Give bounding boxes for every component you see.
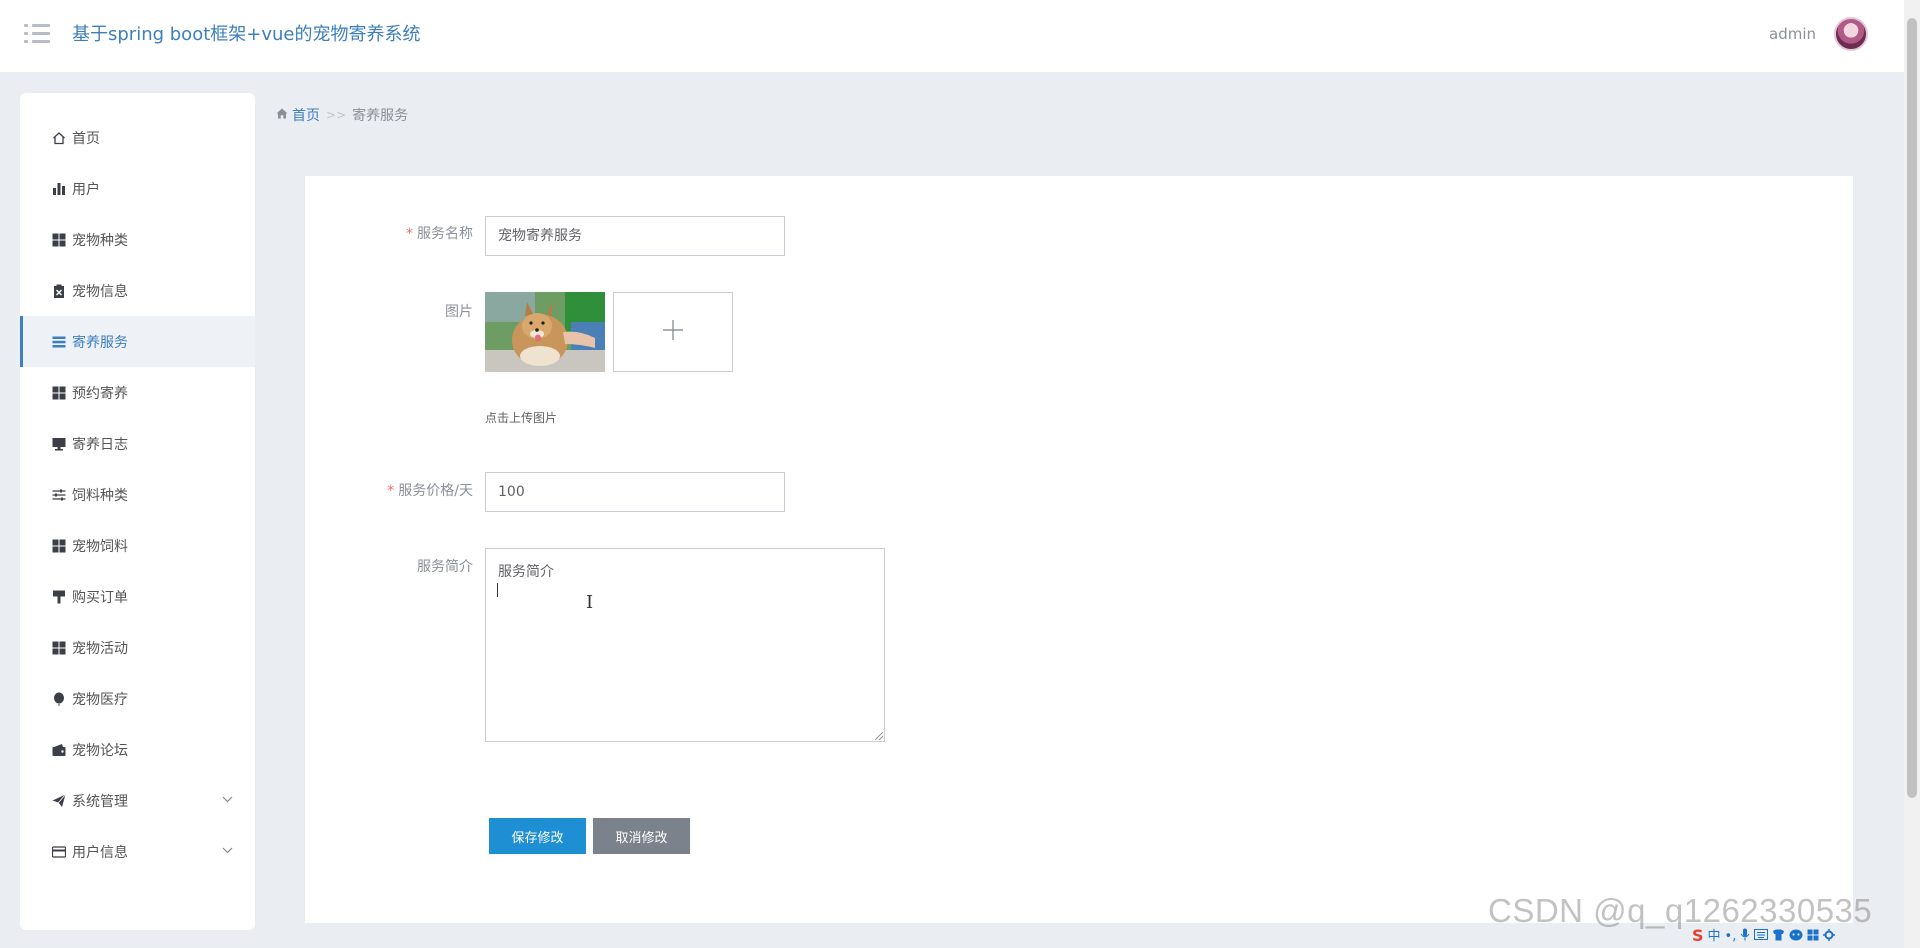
sidebar-item-label: 寄养日志 <box>72 436 128 453</box>
breadcrumb-home-link[interactable]: 首页 <box>292 105 320 125</box>
monitor-icon <box>52 437 66 451</box>
sidebar-item-pet-feed[interactable]: 宠物饲料 <box>20 520 255 571</box>
grid-icon <box>52 539 66 553</box>
balloon-icon <box>52 692 66 706</box>
sidebar-item-activities[interactable]: 宠物活动 <box>20 622 255 673</box>
upload-hint: 点击上传图片 <box>485 411 558 425</box>
sidebar-item-home[interactable]: 首页 <box>20 112 255 163</box>
i-beam-cursor-icon: I <box>586 592 594 613</box>
service-name-label: * 服务名称 <box>406 226 473 242</box>
ime-logo-icon[interactable]: S <box>1692 928 1704 944</box>
sidebar-item-boarding-log[interactable]: 寄养日志 <box>20 418 255 469</box>
sidebar-item-label: 首页 <box>72 130 100 147</box>
image-label: 图片 <box>445 304 473 320</box>
home-icon <box>52 131 66 145</box>
sidebar-item-forum[interactable]: 宠物论坛 <box>20 724 255 775</box>
sidebar-item-booking[interactable]: 预约寄养 <box>20 367 255 418</box>
sidebar-item-label: 购买订单 <box>72 589 128 606</box>
price-input[interactable]: 100 <box>485 472 785 512</box>
sliders-icon <box>52 488 66 502</box>
user-name[interactable]: admin <box>1769 24 1816 44</box>
breadcrumb-current: 寄养服务 <box>352 108 409 124</box>
sidebar-item-label: 预约寄养 <box>72 385 128 402</box>
chevron-down-icon[interactable] <box>222 844 233 857</box>
card-icon <box>52 845 66 859</box>
page-scrollbar[interactable] <box>1904 0 1920 948</box>
upload-image-button[interactable] <box>613 292 733 372</box>
sidebar: 首页 用户 宠物种类 宠物信息 寄养服务 预约寄养 寄养日志 饲料种类 宠物饲料… <box>20 93 255 930</box>
ime-toolbar[interactable]: S 中 •, <box>1692 924 1904 948</box>
sidebar-item-pet-types[interactable]: 宠物种类 <box>20 214 255 265</box>
top-header: 基于spring boot框架+vue的宠物寄养系统 admin <box>0 0 1904 72</box>
sidebar-item-label: 宠物论坛 <box>72 742 128 759</box>
cancel-button[interactable]: 取消修改 <box>593 818 690 854</box>
grid-icon <box>52 386 66 400</box>
punctuation-icon[interactable]: •, <box>1725 930 1737 943</box>
breadcrumb-separator: >> <box>326 108 347 122</box>
skin-icon[interactable] <box>1772 929 1785 944</box>
brush-icon <box>52 590 66 604</box>
emoji-icon[interactable] <box>1789 929 1803 944</box>
chevron-down-icon[interactable] <box>222 793 233 806</box>
sidebar-item-label: 宠物活动 <box>72 640 128 657</box>
sidebar-item-label: 用户信息 <box>72 844 128 861</box>
clipboard-icon <box>52 284 66 298</box>
keyboard-icon[interactable] <box>1754 929 1769 943</box>
bar-chart-icon <box>52 182 66 196</box>
sidebar-item-label: 宠物医疗 <box>72 691 128 708</box>
list-icon <box>52 335 66 349</box>
app-title: 基于spring boot框架+vue的宠物寄养系统 <box>72 24 421 45</box>
wallet-icon <box>52 743 66 757</box>
sidebar-item-medical[interactable]: 宠物医疗 <box>20 673 255 724</box>
sidebar-item-pet-info[interactable]: 宠物信息 <box>20 265 255 316</box>
avatar[interactable] <box>1834 17 1868 51</box>
home-icon <box>276 108 288 123</box>
sidebar-item-users[interactable]: 用户 <box>20 163 255 214</box>
sidebar-item-user-info[interactable]: 用户信息 <box>20 826 255 877</box>
settings-icon[interactable] <box>1823 928 1836 944</box>
sidebar-item-label: 寄养服务 <box>72 334 128 351</box>
sidebar-item-label: 宠物信息 <box>72 283 128 300</box>
price-label: * 服务价格/天 <box>387 483 473 499</box>
sidebar-item-system[interactable]: 系统管理 <box>20 775 255 826</box>
toolbox-icon[interactable] <box>1807 929 1819 944</box>
sidebar-item-label: 宠物种类 <box>72 232 128 249</box>
resize-handle-icon[interactable] <box>875 732 883 740</box>
grid-icon <box>52 233 66 247</box>
pet-photo-thumbnail[interactable] <box>485 292 605 372</box>
intro-textarea[interactable]: 服务简介 <box>485 548 885 742</box>
ime-mode-indicator[interactable]: 中 <box>1708 930 1721 943</box>
menu-toggle-icon[interactable] <box>24 22 50 46</box>
sidebar-item-orders[interactable]: 购买订单 <box>20 571 255 622</box>
intro-label: 服务简介 <box>417 559 473 575</box>
sidebar-item-label: 系统管理 <box>72 793 128 810</box>
required-mark: * <box>387 483 395 499</box>
service-name-input[interactable]: 宠物寄养服务 <box>485 216 785 256</box>
plus-icon <box>662 318 684 346</box>
paper-plane-icon <box>52 793 66 808</box>
sidebar-item-feed-types[interactable]: 饲料种类 <box>20 469 255 520</box>
sidebar-item-label: 用户 <box>72 181 100 198</box>
breadcrumb: 首页 >> 寄养服务 <box>276 105 408 125</box>
microphone-icon[interactable] <box>1740 928 1750 944</box>
grid-icon <box>52 641 66 655</box>
required-mark: * <box>406 226 413 242</box>
sidebar-item-label: 饲料种类 <box>72 487 128 504</box>
sidebar-item-boarding-service[interactable]: 寄养服务 <box>20 316 255 367</box>
text-caret <box>497 583 498 597</box>
scrollbar-thumb[interactable] <box>1907 18 1917 798</box>
sidebar-item-label: 宠物饲料 <box>72 538 128 555</box>
form-card: * 服务名称 宠物寄养服务 图片 点击上传图片 * 服务价格/天 100 服务简… <box>305 176 1853 923</box>
save-button[interactable]: 保存修改 <box>489 818 586 854</box>
